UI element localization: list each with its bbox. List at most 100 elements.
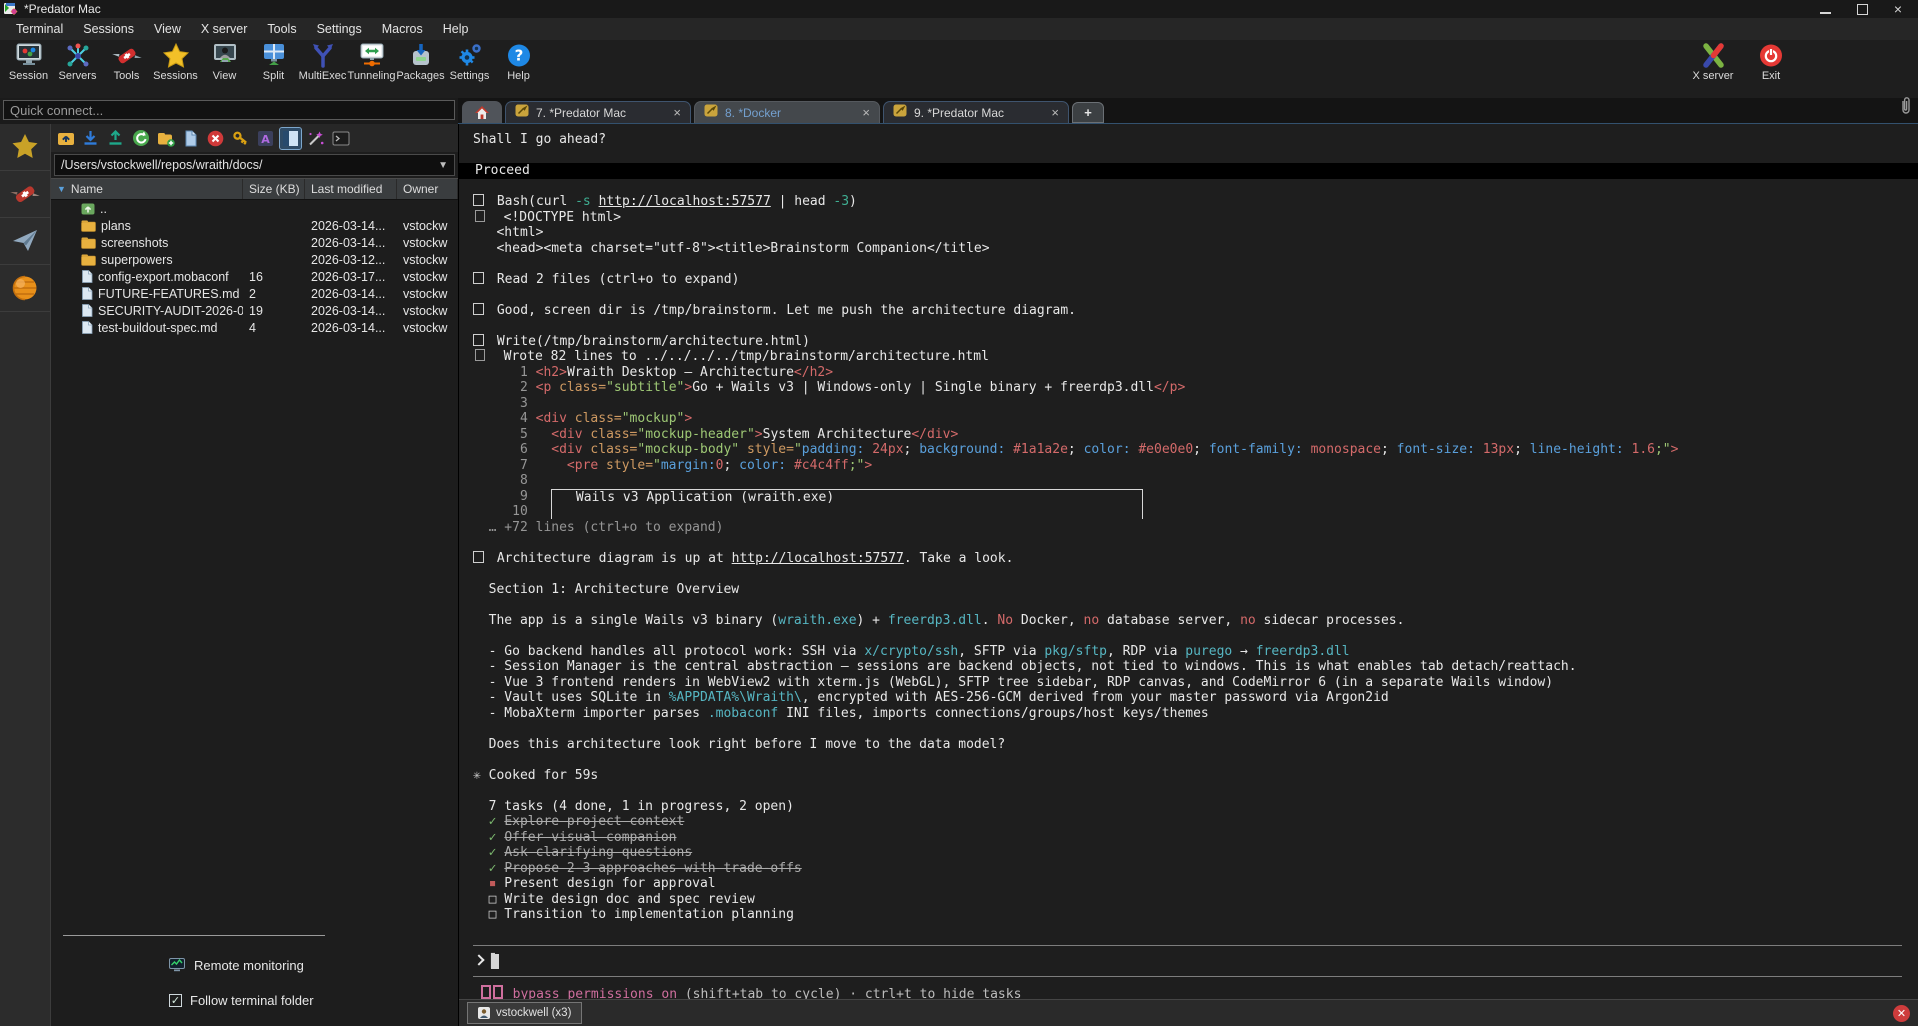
path-dropdown-icon[interactable]: ▼	[434, 160, 448, 171]
menu-settings[interactable]: Settings	[307, 22, 372, 36]
menu-x-server[interactable]: X server	[191, 22, 258, 36]
new-folder-icon[interactable]	[155, 128, 176, 149]
terminal-output[interactable]: Shall I go ahead?Proceed⏺ Bash(curl -s h…	[459, 124, 1918, 999]
column-header-owner[interactable]: Owner	[397, 179, 458, 199]
new-file-icon[interactable]	[180, 128, 201, 149]
column-header-size-kb[interactable]: Size (KB)	[243, 179, 305, 199]
file-size: 2	[243, 287, 305, 301]
packages-button[interactable]: Packages	[396, 42, 445, 82]
session-tab-9-predator-mac[interactable]: 9. *Predator Mac ×	[883, 101, 1069, 123]
terminal-line: ▪ Present design for approval	[473, 876, 1918, 892]
terminal-line: The app is a single Wails v3 binary (wra…	[473, 613, 1918, 629]
ascii-diagram-box-top: Wails v3 Application (wraith.exe)	[551, 489, 1143, 504]
wand-icon[interactable]	[305, 128, 326, 149]
session-button[interactable]: Session	[4, 42, 53, 82]
sessions-label: Sessions	[153, 70, 198, 82]
file-row-superpowers[interactable]: superpowers2026-03-12...vstockw	[51, 251, 458, 268]
file-name: test-buildout-spec.md	[51, 321, 243, 335]
file-modified: 2026-03-14...	[305, 321, 397, 335]
terminal-link[interactable]: http://localhost:57577	[732, 551, 904, 566]
file-row-[interactable]: ..	[51, 200, 458, 217]
connect-row: 7. *Predator Mac×8. *Docker×9. *Predator…	[0, 98, 1918, 124]
file-row-security-audit-2026-03-1[interactable]: SECURITY-AUDIT-2026-03-1...192026-03-14.…	[51, 302, 458, 319]
exit-button[interactable]: Exit	[1742, 42, 1800, 82]
new-tab-button[interactable]: +	[1072, 102, 1104, 123]
session-tab-7-predator-mac[interactable]: 7. *Predator Mac ×	[505, 101, 691, 123]
file-panel-empty-space	[51, 336, 458, 935]
maximize-icon[interactable]	[1857, 4, 1868, 15]
file-owner: vstockw	[397, 270, 458, 284]
terminal-bottom-bar: vstockwell (x3) ✕	[459, 999, 1918, 1026]
settings-button[interactable]: Settings	[445, 42, 494, 82]
parent-folder-icon[interactable]	[55, 128, 76, 149]
tools-button[interactable]: Tools	[102, 42, 151, 82]
home-tab[interactable]	[462, 101, 502, 123]
menu-tools[interactable]: Tools	[257, 22, 306, 36]
key-icon[interactable]	[230, 128, 251, 149]
path-bar[interactable]: /Users/vstockwell/repos/wraith/docs/ ▼	[54, 154, 455, 176]
user-session-tab[interactable]: vstockwell (x3)	[467, 1002, 582, 1024]
terminal-divider	[473, 938, 1918, 954]
minimize-icon[interactable]	[1820, 4, 1831, 14]
multiexec-button[interactable]: MultiExec	[298, 42, 347, 82]
remote-monitoring-icon	[169, 958, 186, 973]
globe-icon[interactable]	[0, 265, 50, 312]
menu-macros[interactable]: Macros	[372, 22, 433, 36]
file-row-test-buildout-spec-md[interactable]: test-buildout-spec.md42026-03-14...vstoc…	[51, 319, 458, 336]
terminal-line: ✳ Cooked for 59s	[473, 768, 1918, 784]
console-icon[interactable]	[330, 128, 351, 149]
servers-button[interactable]: Servers	[53, 42, 102, 82]
file-row-future-features-md[interactable]: FUTURE-FEATURES.md22026-03-14...vstockw	[51, 285, 458, 302]
file-row-config-export-mobaconf[interactable]: config-export.mobaconf162026-03-17...vst…	[51, 268, 458, 285]
send-plane-icon[interactable]	[0, 218, 50, 265]
help-label: Help	[507, 70, 530, 82]
remote-monitoring-row[interactable]: Remote monitoring	[169, 958, 458, 973]
quick-connect-input[interactable]	[3, 100, 455, 120]
terminal-link[interactable]: http://localhost:57577	[599, 194, 771, 209]
file-size: 4	[243, 321, 305, 335]
refresh-icon[interactable]	[130, 128, 151, 149]
file-icon	[81, 287, 93, 300]
menu-view[interactable]: View	[144, 22, 191, 36]
follow-terminal-folder-checkbox[interactable]: ✓	[169, 994, 182, 1007]
tunneling-button[interactable]: Tunneling	[347, 42, 396, 82]
follow-terminal-folder-row[interactable]: ✓ Follow terminal folder	[169, 993, 458, 1008]
split-button[interactable]: Split	[249, 42, 298, 82]
delete-icon[interactable]	[205, 128, 226, 149]
title-bar: *Predator Mac ×	[0, 0, 1918, 18]
close-tab-icon[interactable]: ×	[663, 107, 681, 119]
close-tab-icon[interactable]: ×	[1041, 107, 1059, 119]
column-header-last-modified[interactable]: Last modified	[305, 179, 397, 199]
menu-help[interactable]: Help	[433, 22, 479, 36]
close-tab-icon[interactable]: ×	[852, 107, 870, 119]
download-icon[interactable]	[80, 128, 101, 149]
file-name: plans	[51, 219, 243, 233]
favorites-star-icon[interactable]	[0, 124, 50, 171]
tab-key-icon	[893, 104, 907, 122]
tools-knife-icon[interactable]	[0, 171, 50, 218]
help-button[interactable]: ?Help	[494, 42, 543, 82]
paperclip-icon[interactable]	[1899, 96, 1918, 123]
menu-sessions[interactable]: Sessions	[73, 22, 144, 36]
svg-text:A: A	[261, 133, 270, 146]
view-icon	[210, 42, 240, 69]
file-row-screenshots[interactable]: screenshots2026-03-14...vstockw	[51, 234, 458, 251]
terminal-line	[473, 535, 1918, 551]
x-server-button[interactable]: X server	[1684, 42, 1742, 82]
close-session-icon[interactable]: ✕	[1893, 1005, 1910, 1022]
tab-label: 9. *Predator Mac	[914, 106, 1034, 120]
terminal-line	[473, 752, 1918, 768]
exit-icon	[1756, 42, 1786, 69]
sidebar-toggle-icon[interactable]	[280, 128, 301, 149]
tab-label: 7. *Predator Mac	[536, 106, 656, 120]
upload-icon[interactable]	[105, 128, 126, 149]
close-icon[interactable]: ×	[1894, 4, 1902, 14]
view-button[interactable]: View	[200, 42, 249, 82]
encoding-icon[interactable]: A	[255, 128, 276, 149]
menu-terminal[interactable]: Terminal	[6, 22, 73, 36]
follow-terminal-folder-label: Follow terminal folder	[190, 993, 314, 1008]
column-header-name[interactable]: ▼Name	[51, 179, 243, 199]
file-row-plans[interactable]: plans2026-03-14...vstockw	[51, 217, 458, 234]
sessions-button[interactable]: Sessions	[151, 42, 200, 82]
session-tab-8-docker[interactable]: 8. *Docker×	[694, 101, 880, 123]
